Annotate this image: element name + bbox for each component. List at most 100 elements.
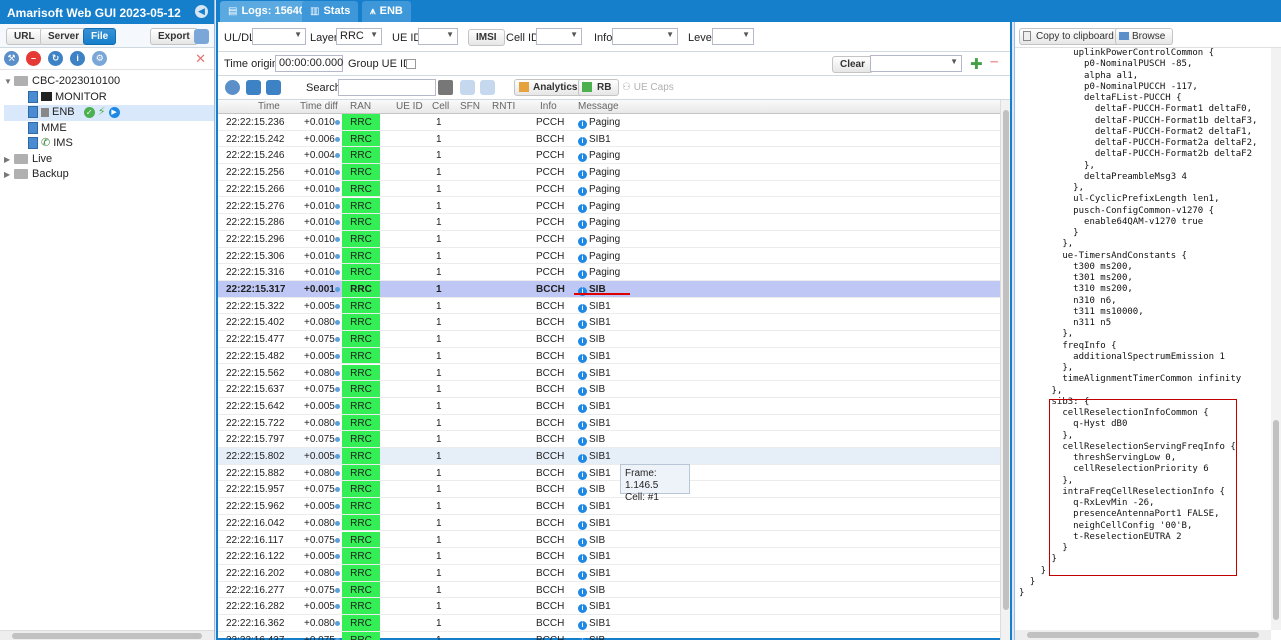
left-horizontal-scrollbar[interactable]: [0, 630, 214, 640]
tree-item-ims[interactable]: ✆ IMS: [4, 136, 214, 152]
column-ran[interactable]: RAN: [350, 101, 371, 112]
collapse-icon[interactable]: ◀: [195, 5, 208, 18]
table-row[interactable]: 22:22:15.256 +0.010 RRC 1 PCCH i Paging: [218, 164, 1002, 181]
column-ue-id[interactable]: UE ID: [396, 101, 423, 112]
table-row[interactable]: 22:22:15.482 +0.005 RRC 1 BCCH i SIB1: [218, 347, 1002, 365]
filter-preset-select[interactable]: ▼: [870, 55, 962, 72]
table-row[interactable]: 22:22:16.202 +0.080 RRC 1 BCCH i SIB1: [218, 564, 1002, 582]
column-rnti[interactable]: RNTI: [492, 101, 515, 112]
table-row[interactable]: 22:22:15.306 +0.010 RRC 1 PCCH i Paging: [218, 247, 1002, 265]
table-row[interactable]: 22:22:15.322 +0.005 RRC 1 BCCH i SIB1: [218, 297, 1002, 315]
column-sfn[interactable]: SFN: [460, 101, 480, 112]
info-select[interactable]: ▼: [612, 28, 678, 45]
table-row[interactable]: 22:22:15.266 +0.010 RRC 1 PCCH i Paging: [218, 180, 1002, 198]
cell-ran: RRC: [342, 615, 380, 631]
clear-button[interactable]: Clear: [832, 56, 874, 73]
table-row[interactable]: 22:22:15.317 +0.001 RRC 1 BCCH i SIB: [218, 281, 1002, 298]
chevron-down-icon[interactable]: ▼: [4, 74, 14, 89]
play-icon[interactable]: ▶: [108, 106, 120, 118]
info-icon: i: [578, 136, 587, 146]
settings-icon[interactable]: [194, 29, 209, 44]
info-icon[interactable]: i: [70, 51, 86, 66]
table-row[interactable]: 22:22:15.286 +0.010 RRC 1 PCCH i Paging: [218, 214, 1002, 231]
search-input[interactable]: [338, 79, 436, 96]
tools-icon[interactable]: ⚙: [92, 51, 108, 66]
table-row[interactable]: 22:22:16.277 +0.075 RRC 1 BCCH i SIB: [218, 581, 1002, 599]
table-row[interactable]: 22:22:15.642 +0.005 RRC 1 BCCH i SIB1: [218, 397, 1002, 415]
table-row[interactable]: 22:22:15.402 +0.080 RRC 1 BCCH i SIB1: [218, 314, 1002, 332]
export-button[interactable]: Export: [150, 28, 198, 45]
next-match-icon[interactable]: [480, 80, 495, 95]
code-line: pusch-ConfigCommon-v1270 {: [1019, 205, 1215, 216]
table-row[interactable]: 22:22:15.957 +0.075 RRC 1 BCCH i SIB: [218, 481, 1002, 499]
tab-logs[interactable]: ▤ Logs: 15640: [220, 1, 314, 22]
tab-stats[interactable]: ▥ Stats: [302, 1, 359, 22]
table-row[interactable]: 22:22:15.276 +0.010 RRC 1 PCCH i Paging: [218, 197, 1002, 215]
copy-to-clipboard-button[interactable]: Copy to clipboard: [1019, 28, 1122, 45]
cellid-select[interactable]: ▼: [536, 28, 582, 45]
table-row[interactable]: 22:22:16.042 +0.080 RRC 1 BCCH i SIB1: [218, 514, 1002, 532]
url-button[interactable]: URL: [6, 28, 43, 45]
table-row[interactable]: 22:22:15.477 +0.075 RRC 1 BCCH i SIB: [218, 331, 1002, 348]
refresh-icon[interactable]: ↻: [48, 51, 64, 66]
remove-icon[interactable]: –: [990, 53, 998, 70]
table-row[interactable]: 22:22:15.637 +0.075 RRC 1 BCCH i SIB: [218, 381, 1002, 398]
stop-icon[interactable]: –: [26, 51, 42, 66]
level-select[interactable]: ▼: [712, 28, 754, 45]
wrench-icon[interactable]: ⚒: [4, 51, 19, 66]
column-time-diff[interactable]: Time diff: [300, 101, 338, 112]
table-row[interactable]: 22:22:15.562 +0.080 RRC 1 BCCH i SIB1: [218, 364, 1002, 382]
table-row[interactable]: 22:22:15.962 +0.005 RRC 1 BCCH i SIB1: [218, 498, 1002, 515]
log-vertical-scrollbar[interactable]: [1000, 100, 1010, 640]
column-time[interactable]: Time: [258, 101, 280, 112]
arrow-left-icon[interactable]: [246, 80, 261, 95]
table-row[interactable]: 22:22:16.117 +0.075 RRC 1 BCCH i SIB: [218, 531, 1002, 549]
table-row[interactable]: 22:22:16.282 +0.005 RRC 1 BCCH i SIB1: [218, 598, 1002, 615]
arrow-right-icon[interactable]: [266, 80, 281, 95]
tab-enb[interactable]: ⩚ ENB: [362, 1, 411, 22]
tree-item-cbc[interactable]: ▼ CBC-2023010100: [4, 74, 214, 90]
table-row[interactable]: 22:22:15.722 +0.080 RRC 1 BCCH i SIB1: [218, 414, 1002, 432]
uldl-select[interactable]: ▼: [252, 28, 306, 45]
close-icon[interactable]: ✕: [195, 51, 206, 67]
time-origin-input[interactable]: 00:00:00.000: [275, 55, 343, 72]
column-info[interactable]: Info: [540, 101, 557, 112]
tree-item-enb[interactable]: ENB ✓ ⚡ ▶: [4, 105, 214, 121]
cell-info: BCCH: [536, 484, 565, 496]
binoculars-icon[interactable]: [438, 80, 453, 95]
chevron-right-icon[interactable]: ▶: [4, 167, 14, 182]
table-row[interactable]: 22:22:15.316 +0.010 RRC 1 PCCH i Paging: [218, 264, 1002, 281]
table-row[interactable]: 22:22:15.802 +0.005 RRC 1 BCCH i SIB1: [218, 448, 1002, 465]
tree-item-backup[interactable]: ▶ Backup: [4, 167, 214, 183]
cell-time: 22:22:15.242: [226, 133, 285, 145]
imsi-button[interactable]: IMSI: [468, 29, 505, 46]
detail-horizontal-scrollbar[interactable]: [1015, 630, 1271, 640]
table-row[interactable]: 22:22:16.437 +0.075 RRC 1 BCCH iSIB: [218, 631, 1002, 640]
tree-item-live[interactable]: ▶ Live: [4, 152, 214, 168]
table-row[interactable]: 22:22:15.296 +0.010 RRC 1 PCCH i Paging: [218, 230, 1002, 248]
table-row[interactable]: 22:22:15.236 +0.010 RRC 1 PCCH i Paging: [218, 114, 1002, 131]
table-row[interactable]: 22:22:15.882 +0.080 RRC 1 BCCH i SIB1: [218, 464, 1002, 482]
tree-item-monitor[interactable]: MONITOR: [4, 90, 214, 106]
prev-match-icon[interactable]: [460, 80, 475, 95]
clock-icon[interactable]: [225, 80, 240, 95]
table-row[interactable]: 22:22:16.122 +0.005 RRC 1 BCCH i SIB1: [218, 548, 1002, 565]
column-message[interactable]: Message: [578, 101, 619, 112]
layer-select[interactable]: RRC ▼: [336, 28, 382, 45]
table-row[interactable]: 22:22:15.242 +0.006 RRC 1 BCCH i SIB1: [218, 130, 1002, 148]
server-button[interactable]: Server: [40, 28, 88, 45]
detail-vertical-scrollbar[interactable]: [1271, 48, 1281, 630]
table-row[interactable]: 22:22:16.362 +0.080 RRC 1 BCCH i SIB1: [218, 615, 1002, 632]
dot-icon: [335, 120, 340, 125]
table-row[interactable]: 22:22:15.246 +0.004 RRC 1 PCCH i Paging: [218, 147, 1002, 165]
tree-item-mme[interactable]: MME: [4, 121, 214, 137]
cell-time: 22:22:16.282: [226, 601, 285, 613]
chevron-right-icon[interactable]: ▶: [4, 152, 14, 167]
uecaps-button[interactable]: ⚇ UE Caps: [622, 82, 674, 93]
ueid-select[interactable]: ▼: [418, 28, 458, 45]
table-row[interactable]: 22:22:15.797 +0.075 RRC 1 BCCH i SIB: [218, 431, 1002, 448]
group-ueid-checkbox[interactable]: [406, 59, 416, 69]
add-icon[interactable]: ✚: [970, 55, 983, 73]
file-button[interactable]: File: [83, 28, 117, 45]
column-cell[interactable]: Cell: [432, 101, 449, 112]
